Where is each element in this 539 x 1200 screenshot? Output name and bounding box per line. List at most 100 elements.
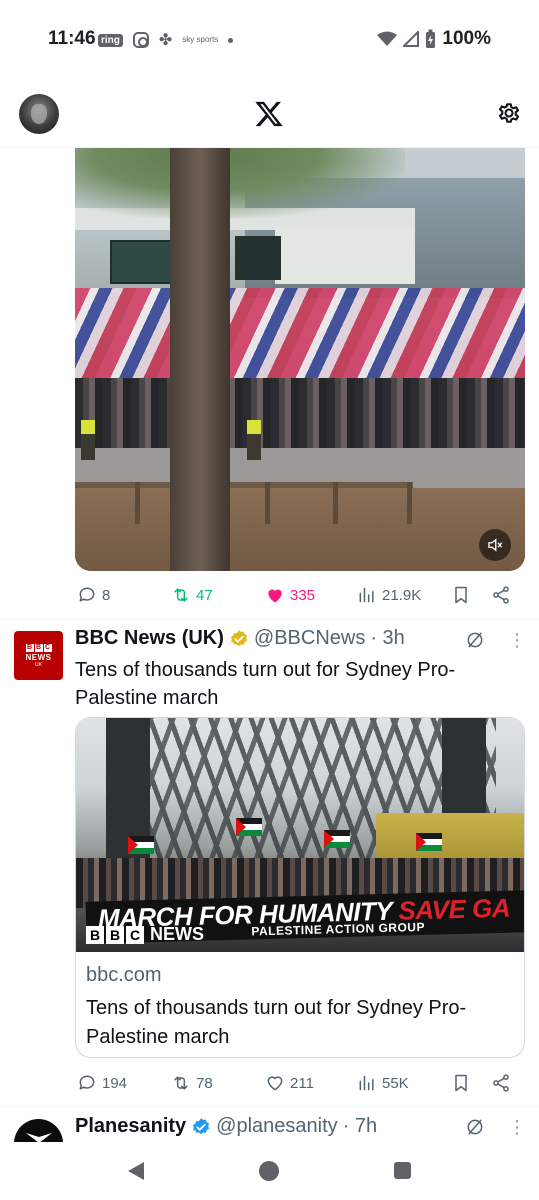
tweet-text: Tens of thousands turn out for Sydney Pr…: [75, 659, 456, 709]
video-scene-fence-post: [407, 482, 412, 524]
bbc-news-watermark: B B C NEWS: [86, 924, 204, 945]
reply-count: 194: [102, 1074, 128, 1092]
link-card[interactable]: MARCH FOR HUMANITY SAVE GA PALESTINE ACT…: [75, 717, 525, 1058]
bbc-watermark-letter: B: [86, 925, 104, 944]
bookmark-button[interactable]: [451, 585, 471, 605]
video-scene-fence: [75, 482, 413, 488]
tweet-timestamp[interactable]: · 3h: [370, 627, 404, 650]
author-display-name[interactable]: Planesanity: [75, 1115, 186, 1138]
mute-button[interactable]: [479, 529, 511, 561]
palestine-flag: [236, 818, 262, 836]
bbc-watermark-news: NEWS: [150, 924, 204, 944]
view-count: 55K: [382, 1074, 409, 1092]
x-logo-icon[interactable]: [254, 99, 284, 129]
retweet-button[interactable]: 78: [171, 1073, 213, 1093]
video-scene-tree: [170, 148, 230, 571]
video-scene-fence-post: [135, 482, 140, 524]
heart-filled-icon: [268, 589, 282, 603]
tweet-divider: [0, 619, 539, 620]
video-scene-canopy: [75, 148, 405, 218]
verified-blue-badge-icon: [193, 1117, 210, 1134]
bbc-watermark-letter: B: [106, 925, 124, 944]
gear-icon[interactable]: [495, 99, 523, 127]
retweet-count: 47: [196, 586, 213, 604]
cell-signal-icon: [403, 31, 420, 47]
ring-app-icon: ring: [98, 33, 123, 47]
video-scene-fence-post: [265, 482, 270, 524]
status-bar: 11:46 ring ✤ sky sports 100%: [0, 0, 539, 80]
profile-avatar[interactable]: [19, 94, 59, 134]
video-scene-officer: [81, 420, 95, 460]
bookmark-icon: [455, 586, 467, 604]
author-display-name[interactable]: BBC News (UK): [75, 627, 224, 650]
more-options-icon[interactable]: ⋮: [508, 1117, 526, 1138]
bbc-watermark-letter: C: [126, 925, 144, 944]
speaker-muted-icon: [488, 538, 503, 552]
wifi-icon: [377, 31, 398, 46]
view-count: 21.9K: [382, 586, 422, 604]
tweet-header: Planesanity @planesanity · 7h: [75, 1115, 377, 1138]
video-scene-officer: [247, 420, 261, 460]
bbc-logo-letter: B: [25, 643, 34, 652]
share-button[interactable]: [491, 1073, 511, 1093]
slack-icon: ✤: [158, 32, 173, 49]
palestine-flag: [324, 830, 350, 848]
retweet-button[interactable]: 47: [171, 585, 213, 605]
like-button[interactable]: 211: [265, 1073, 314, 1093]
like-count: 335: [290, 586, 316, 604]
like-button[interactable]: 335: [265, 585, 315, 605]
battery-charging-icon: [426, 29, 436, 48]
tweet-actions: 194 78 211 55K: [75, 1068, 525, 1098]
video-scene-bridge: [275, 228, 415, 284]
share-icon: [493, 586, 509, 604]
instagram-icon: [132, 32, 149, 48]
analytics-icon: [359, 587, 374, 603]
reply-icon: [79, 587, 95, 602]
retweet-icon: [174, 588, 188, 602]
bbc-logo-letter: C: [43, 643, 52, 652]
notification-icons: ring ✤ sky sports: [98, 30, 234, 50]
grok-icon[interactable]: [465, 630, 485, 650]
bbc-logo-uk: UK: [35, 661, 42, 668]
more-options-icon[interactable]: ⋮: [508, 630, 526, 651]
reply-button[interactable]: 194: [77, 1073, 127, 1093]
home-icon[interactable]: [259, 1161, 279, 1181]
video-scene-ground: [75, 488, 525, 571]
analytics-icon: [359, 1075, 374, 1091]
views-button[interactable]: 55K: [357, 1073, 409, 1093]
heart-icon: [267, 1076, 283, 1091]
tweet-header: BBC News (UK) @BBCNews · 3h: [75, 627, 405, 650]
share-button[interactable]: [491, 585, 511, 605]
views-button[interactable]: 21.9K: [357, 585, 421, 605]
grok-icon[interactable]: [465, 1117, 485, 1137]
retweet-icon: [174, 1076, 188, 1090]
bookmark-button[interactable]: [451, 1073, 471, 1093]
tweet-video[interactable]: [75, 148, 525, 571]
verified-gold-badge-icon: [230, 629, 247, 646]
retweet-count: 78: [196, 1074, 213, 1092]
app-header: [0, 80, 539, 148]
bbc-logo-news: NEWS: [25, 652, 52, 662]
palestine-flag: [416, 833, 442, 851]
back-icon[interactable]: [128, 1162, 144, 1180]
bbc-watermark-blocks: B B C: [86, 925, 144, 944]
sky-sports-icon: sky sports: [182, 35, 219, 44]
palestine-flag: [128, 836, 154, 854]
like-count: 211: [290, 1074, 314, 1092]
bbc-news-avatar[interactable]: B B C NEWS UK: [14, 631, 63, 680]
tweet-timestamp[interactable]: · 7h: [343, 1115, 377, 1138]
bookmark-icon: [455, 1074, 467, 1092]
android-nav-bar: [0, 1142, 539, 1200]
reply-count: 8: [102, 586, 111, 604]
video-scene-crowd: [75, 378, 525, 458]
reply-button[interactable]: 8: [77, 585, 110, 605]
battery-percentage: 100%: [442, 28, 491, 49]
author-handle[interactable]: @planesanity: [216, 1115, 337, 1138]
recents-icon[interactable]: [394, 1162, 411, 1179]
author-handle[interactable]: @BBCNews: [254, 627, 365, 650]
link-card-title: Tens of thousands turn out for Sydney Pr…: [86, 997, 467, 1048]
reply-icon: [79, 1075, 95, 1090]
video-scene-sign: [235, 236, 281, 280]
tweet-actions: 8 47 335 21.9K: [75, 580, 525, 610]
tweet-divider: [0, 1106, 539, 1107]
